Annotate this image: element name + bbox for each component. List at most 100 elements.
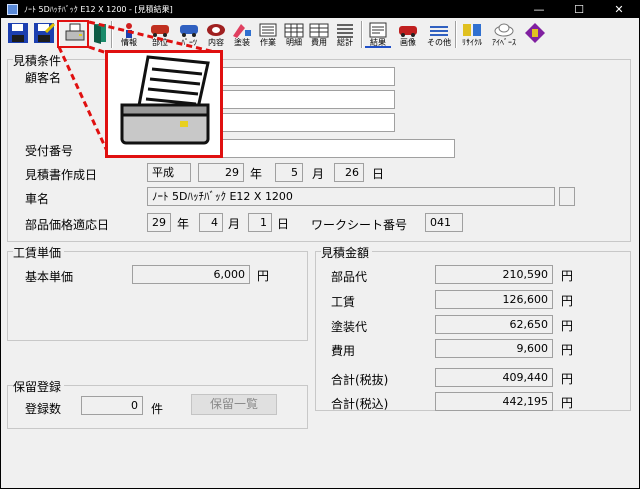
save-as-icon: [34, 22, 55, 43]
toolbar-info-label: 情報: [121, 38, 137, 47]
paint-cost-field[interactable]: 62,650: [435, 315, 553, 334]
toolbar-part-button[interactable]: 部位: [146, 21, 174, 48]
price-month-field[interactable]: 4: [199, 213, 223, 232]
exit-door-icon: [94, 24, 106, 44]
toolbar-separator: [455, 21, 457, 48]
day-field[interactable]: 26: [334, 163, 364, 182]
toolbar-parts-label: ﾊﾟｰﾂ: [181, 38, 197, 47]
price-day-unit: 日: [277, 217, 290, 231]
toolbar-recycle-button[interactable]: ﾘｻｲｸﾙ: [459, 21, 485, 48]
toolbar-detail-label: 明細: [286, 38, 302, 47]
result-icon: [369, 22, 387, 38]
toolbar-exit-button[interactable]: [89, 21, 109, 48]
toolbar-result-label: 結果: [370, 38, 386, 47]
total-excl-tax-label: 合計(税抜): [331, 373, 389, 387]
toolbar-total-button[interactable]: 総計: [332, 21, 358, 48]
price-day-field[interactable]: 1: [248, 213, 272, 232]
labor-rate-title: 工賃単価: [13, 244, 65, 261]
vehicle-extra-field[interactable]: [559, 187, 575, 206]
toolbar-detail-button[interactable]: 明細: [282, 21, 306, 48]
toolbar-cost-button[interactable]: 費用: [307, 21, 331, 48]
toolbar-other-button[interactable]: その他: [425, 21, 453, 48]
reception-number-label: 受付番号: [25, 144, 74, 158]
hold-count-unit: 件: [151, 402, 164, 416]
toolbar-info-button[interactable]: 情報: [115, 21, 143, 48]
toolbar-separator: [361, 21, 363, 48]
price-month-unit: 月: [228, 217, 241, 231]
application-window: ﾉｰﾄ 5Dﾊｯﾁﾊﾞｯｸ E12 X 1200 - [見積結果] — ☐ ✕: [0, 0, 640, 489]
toolbar-cloud-button[interactable]: ｱｲﾍﾞｰｽ: [489, 21, 519, 48]
expense-unit: 円: [561, 343, 574, 357]
toolbar-result-button[interactable]: 結果: [365, 21, 391, 48]
info-icon: [126, 23, 132, 38]
hold-registration-title: 保留登録: [13, 378, 65, 395]
labor-cost-unit: 円: [561, 294, 574, 308]
price-year-field[interactable]: 29: [147, 213, 171, 232]
vehicle-field[interactable]: ﾉｰﾄ 5Dﾊｯﾁﾊﾞｯｸ E12 X 1200: [147, 187, 555, 206]
basic-rate-unit: 円: [257, 269, 270, 283]
work-icon: [259, 23, 277, 37]
paint-icon: [233, 24, 251, 38]
toolbar-save-as-button[interactable]: [31, 21, 55, 48]
printer-zoom-icon: [120, 55, 210, 145]
parts-icon: [180, 25, 198, 37]
month-field[interactable]: 5: [275, 163, 303, 182]
toolbar-parts-button[interactable]: ﾊﾟｰﾂ: [176, 21, 202, 48]
basic-rate-label: 基本単価: [25, 270, 74, 284]
parts-cost-label: 部品代: [331, 270, 368, 284]
toolbar-save-button[interactable]: [5, 21, 29, 48]
worksheet-number-field[interactable]: 041: [425, 213, 463, 232]
day-unit: 日: [372, 167, 385, 181]
other-icon: [430, 26, 448, 36]
total-excl-tax-unit: 円: [561, 372, 574, 386]
parts-cost-field[interactable]: 210,590: [435, 265, 553, 284]
era-field[interactable]: 平成: [147, 163, 191, 182]
toolbar-other-label: その他: [427, 38, 451, 47]
total-incl-tax-label: 合計(税込): [331, 397, 389, 411]
part-icon: [151, 25, 169, 37]
close-button[interactable]: ✕: [599, 1, 639, 18]
expense-field[interactable]: 9,600: [435, 339, 553, 358]
basic-rate-field[interactable]: 6,000: [132, 265, 250, 284]
toolbar-cost-label: 費用: [311, 38, 327, 47]
minimize-button[interactable]: —: [519, 1, 559, 18]
maximize-button[interactable]: ☐: [559, 1, 599, 18]
toolbar-image-button[interactable]: 画像: [395, 21, 421, 48]
toolbar-image-label: 画像: [400, 38, 416, 47]
parts-cost-unit: 円: [561, 269, 574, 283]
hold-count-field[interactable]: 0: [81, 396, 143, 415]
month-unit: 月: [312, 167, 325, 181]
toolbar-cloud-label: ｱｲﾍﾞｰｽ: [492, 38, 516, 47]
year-field[interactable]: 29: [198, 163, 244, 182]
toolbar: 情報 部位 ﾊﾟｰﾂ 内容 塗装 作業 明細 費用 総計 結果 画像 その他 ﾘ…: [1, 18, 639, 50]
labor-cost-field[interactable]: 126,600: [435, 290, 553, 309]
title-bar: ﾉｰﾄ 5Dﾊｯﾁﾊﾞｯｸ E12 X 1200 - [見積結果] — ☐ ✕: [1, 1, 639, 18]
toolbar-work-label: 作業: [260, 38, 276, 47]
total-excl-tax-field[interactable]: 409,440: [435, 368, 553, 387]
hold-list-button[interactable]: 保留一覧: [191, 394, 277, 415]
app-icon: [7, 4, 18, 15]
printer-zoom-callout: [105, 50, 223, 158]
toolbar-help-button[interactable]: [523, 21, 547, 48]
toolbar-recycle-label: ﾘｻｲｸﾙ: [462, 38, 482, 47]
recycle-icon: [463, 24, 481, 36]
created-date-label: 見積書作成日: [25, 168, 98, 182]
price-year-unit: 年: [177, 217, 190, 231]
price-date-label: 部品価格適応日: [25, 218, 110, 232]
cloud-icon: [494, 23, 514, 37]
toolbar-part-label: 部位: [152, 38, 168, 47]
estimate-conditions-title: 見積条件: [13, 52, 65, 69]
year-unit: 年: [250, 167, 263, 181]
toolbar-work-button[interactable]: 作業: [255, 21, 281, 48]
expense-label: 費用: [331, 344, 356, 358]
toolbar-content-button[interactable]: 内容: [203, 21, 229, 48]
total-incl-tax-field[interactable]: 442,195: [435, 392, 553, 411]
vehicle-label: 車名: [25, 192, 50, 206]
hold-count-label: 登録数: [25, 402, 62, 416]
toolbar-paint-button[interactable]: 塗装: [229, 21, 255, 48]
toolbar-separator: [111, 21, 113, 48]
image-icon: [399, 26, 417, 37]
toolbar-content-label: 内容: [208, 38, 224, 47]
estimate-amount-title: 見積金額: [321, 244, 373, 261]
cost-icon: [309, 23, 329, 38]
